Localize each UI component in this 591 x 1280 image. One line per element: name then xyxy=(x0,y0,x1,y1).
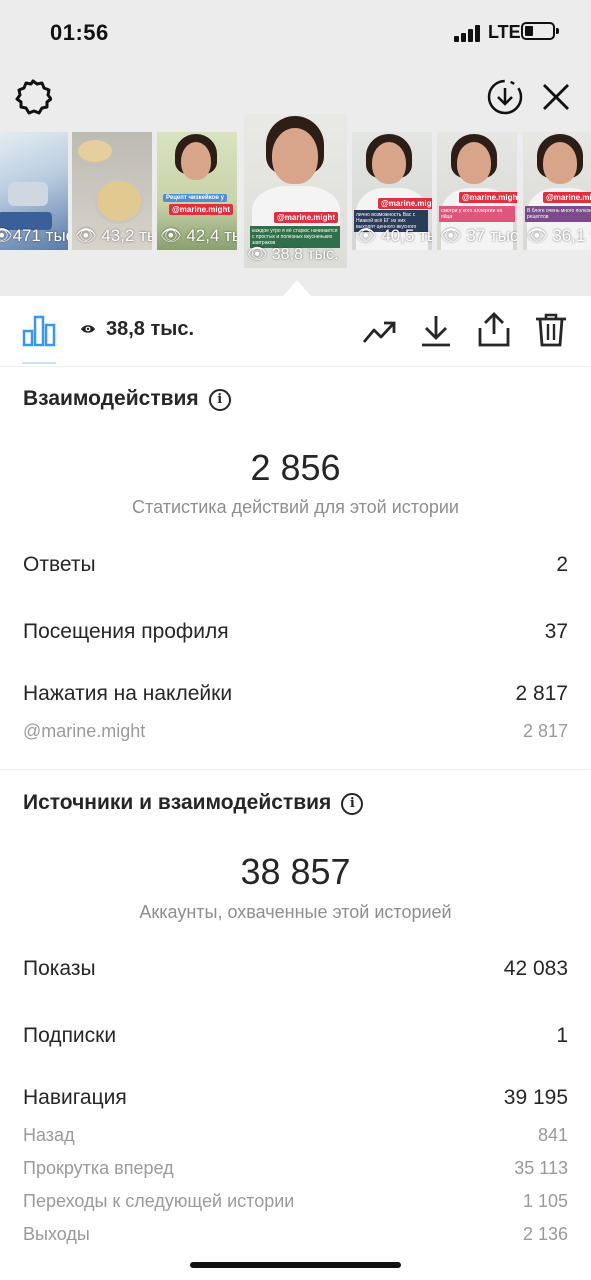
story-thumbnail-strip: 👁471 тыс 👁 43,2 тыс Рецепт чизкейков у @… xyxy=(0,112,591,272)
insights-toolbar: 38,8 тыс. xyxy=(0,296,591,367)
interactions-title: Взаимодействия i xyxy=(23,387,231,411)
share-icon[interactable] xyxy=(477,312,511,348)
status-time: 01:56 xyxy=(50,20,109,45)
stat-row: Ответы 2 xyxy=(23,553,568,577)
story-header-area: 01:56 LTE 👁471 тыс 👁 43,2 ты xyxy=(0,0,591,296)
trash-icon[interactable] xyxy=(534,312,568,348)
stat-subrow: Переходы к следующей истории 1 105 xyxy=(23,1191,568,1212)
stat-label: Ответы xyxy=(23,553,96,576)
story-thumbnail[interactable]: @marine.might В блоге очень много полезн… xyxy=(523,132,591,250)
signal-icon xyxy=(454,24,482,42)
stat-label: Выходы xyxy=(23,1224,90,1244)
discovery-title: Источники и взаимодействия i xyxy=(23,791,364,815)
stat-row: Подписки 1 xyxy=(23,1024,568,1048)
trend-icon[interactable] xyxy=(362,318,398,346)
active-story-pointer xyxy=(283,280,311,296)
stat-value: 42 083 xyxy=(503,957,568,980)
gear-icon[interactable] xyxy=(14,78,52,116)
status-bar: 01:56 LTE xyxy=(0,0,591,66)
stat-value: 35 113 xyxy=(514,1158,568,1178)
info-icon[interactable]: i xyxy=(341,793,364,815)
stat-label: Посещения профиля xyxy=(23,620,229,643)
discovery-total: 38 857 xyxy=(240,851,351,892)
network-label: LTE xyxy=(488,22,521,42)
stat-subrow: Назад 841 xyxy=(23,1125,568,1146)
eye-icon xyxy=(81,325,95,333)
thumbnail-views: 👁471 тыс xyxy=(0,226,68,245)
thumbnail-views: 👁 43,2 тыс xyxy=(75,226,152,245)
thumbnail-views: 👁 40,5 тыс xyxy=(355,226,432,245)
stat-row: Посещения профиля 37 xyxy=(23,620,568,644)
interactions-total: 2 856 xyxy=(250,447,341,488)
download-circle-icon[interactable] xyxy=(486,78,524,116)
story-thumbnail-active[interactable]: @marine.might каждое утро я её старюс на… xyxy=(244,114,347,268)
story-thumbnail[interactable]: @marine.might смотри у кого аллергии на … xyxy=(437,132,517,250)
stat-label: Прокрутка вперед xyxy=(23,1158,174,1178)
stat-row: Навигация 39 195 xyxy=(23,1086,568,1110)
stat-subrow: Выходы 2 136 xyxy=(23,1224,568,1245)
views-count-value: 38,8 тыс. xyxy=(106,318,195,340)
thumbnail-views: 👁 36,1 тыс xyxy=(526,226,591,245)
stat-value: 1 xyxy=(556,1024,568,1047)
download-icon[interactable] xyxy=(420,314,452,348)
thumbnail-views: 👁 42,4 тыс xyxy=(160,226,237,245)
interactions-subtitle: Статистика действий для этой истории xyxy=(132,497,459,517)
stat-label: Назад xyxy=(23,1125,75,1145)
stat-value: 2 136 xyxy=(522,1224,568,1244)
stat-value: 841 xyxy=(537,1125,568,1145)
section-divider xyxy=(0,769,591,770)
views-count: 38,8 тыс. xyxy=(80,318,194,341)
stat-label: Показы xyxy=(23,957,96,980)
discovery-subtitle: Аккаунты, охваченные этой историей xyxy=(139,902,452,922)
stat-label: @marine.might xyxy=(23,721,146,741)
stat-row: Показы 42 083 xyxy=(23,957,568,981)
stat-value: 2 817 xyxy=(515,682,568,705)
story-thumbnail[interactable]: 👁471 тыс xyxy=(0,132,68,250)
bar-chart-icon[interactable] xyxy=(22,313,56,347)
stat-subrow: @marine.might 2 817 xyxy=(23,721,568,742)
stat-value: 2 817 xyxy=(522,721,568,741)
stat-value: 2 xyxy=(556,553,568,576)
home-indicator[interactable] xyxy=(190,1262,401,1268)
stat-label: Подписки xyxy=(23,1024,117,1047)
stat-label: Нажатия на наклейки xyxy=(23,682,233,705)
battery-icon xyxy=(521,22,559,40)
story-thumbnail[interactable]: Рецепт чизкейков у @marine.might 👁 42,4 … xyxy=(157,132,237,250)
story-thumbnail[interactable]: @marine.might лично возможность Вас с Ни… xyxy=(352,132,432,250)
close-icon[interactable] xyxy=(542,83,570,111)
stat-label: Навигация xyxy=(23,1086,127,1109)
story-thumbnail[interactable]: 👁 43,2 тыс xyxy=(72,132,152,250)
thumbnail-views: 👁 37 тыс xyxy=(440,226,517,245)
stat-value: 1 105 xyxy=(522,1191,568,1211)
info-icon[interactable]: i xyxy=(208,389,231,411)
stat-row: Нажатия на наклейки 2 817 xyxy=(23,682,568,706)
thumbnail-views: 👁 38,8 тыс. xyxy=(247,246,339,263)
tab-underline xyxy=(22,362,56,364)
stat-subrow: Прокрутка вперед 35 113 xyxy=(23,1158,568,1179)
stat-value: 37 xyxy=(544,620,568,643)
stat-value: 39 195 xyxy=(503,1086,568,1109)
stat-label: Переходы к следующей истории xyxy=(23,1191,295,1211)
